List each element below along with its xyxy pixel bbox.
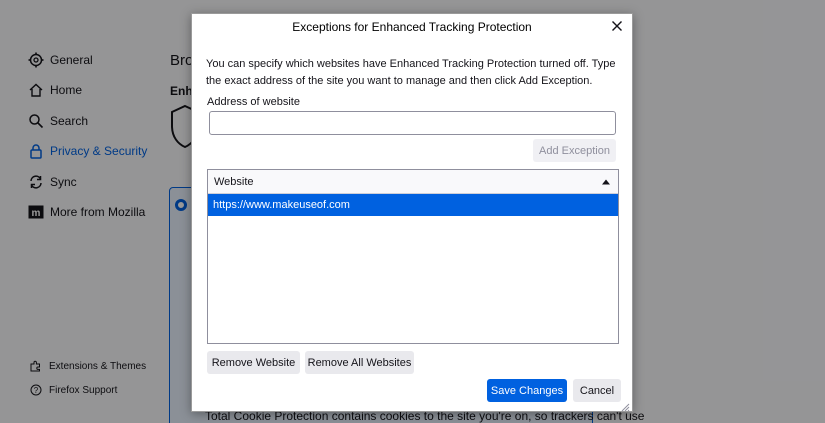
cancel-button[interactable]: Cancel	[573, 379, 621, 402]
website-column-header[interactable]: Website	[208, 170, 618, 194]
address-label: Address of website	[207, 96, 300, 108]
list-item[interactable]: https://www.makeuseof.com	[208, 194, 618, 216]
address-input[interactable]	[209, 111, 616, 135]
resize-grip-icon[interactable]	[620, 399, 630, 412]
dialog-title: Exceptions for Enhanced Tracking Protect…	[292, 20, 532, 34]
dialog-description: You can specify which websites have Enha…	[206, 58, 616, 87]
add-exception-button[interactable]: Add Exception	[533, 139, 616, 162]
website-list: Website https://www.makeuseof.com	[207, 169, 619, 344]
close-button[interactable]	[608, 18, 626, 36]
column-header-label: Website	[214, 175, 254, 188]
close-icon	[612, 18, 622, 36]
exceptions-dialog: Exceptions for Enhanced Tracking Protect…	[191, 13, 633, 412]
remove-all-websites-button[interactable]: Remove All Websites	[305, 351, 414, 374]
remove-website-button[interactable]: Remove Website	[207, 351, 300, 374]
save-changes-button[interactable]: Save Changes	[487, 379, 567, 402]
sort-ascending-icon	[602, 176, 610, 188]
